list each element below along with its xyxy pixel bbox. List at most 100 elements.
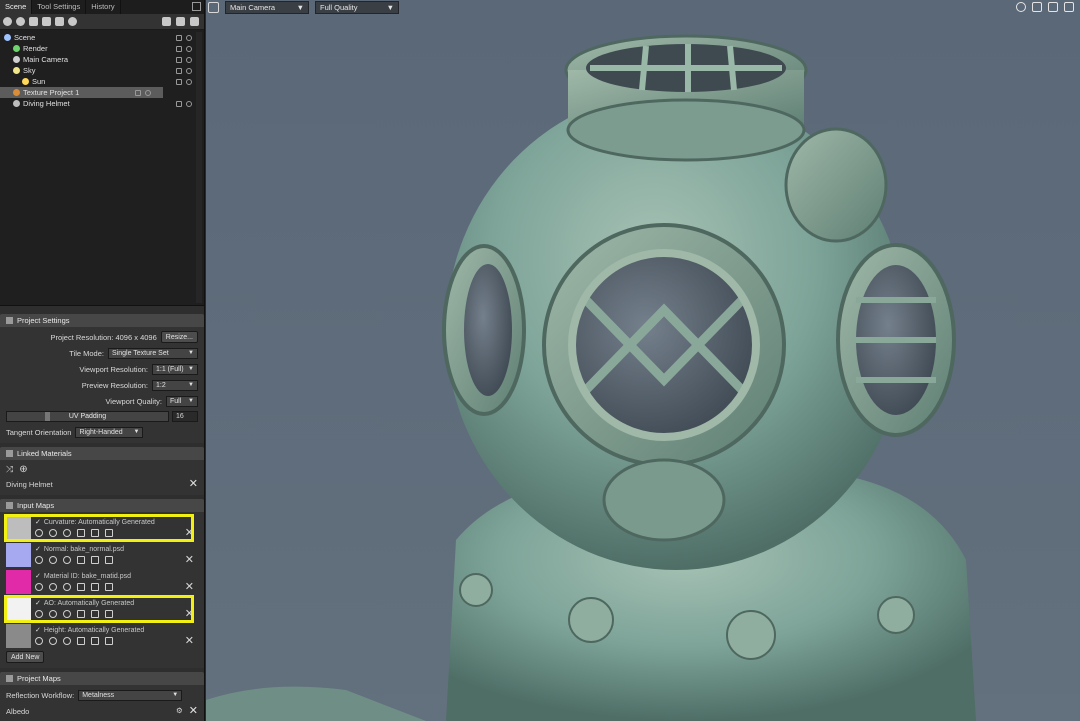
gear-icon[interactable] — [35, 583, 43, 591]
scene-tree-item[interactable]: Diving Helmet — [0, 98, 204, 109]
brush-icon[interactable] — [77, 556, 85, 564]
albedo-row[interactable]: Albedo ⚙ ✕ — [6, 703, 198, 719]
linked-materials-header[interactable]: Linked Materials — [0, 447, 204, 460]
lock-icon[interactable] — [135, 89, 141, 96]
eye-icon[interactable] — [186, 100, 192, 107]
close-icon[interactable] — [105, 637, 113, 645]
lock-icon[interactable] — [176, 67, 182, 74]
quality-dropdown[interactable]: Full Quality ▼ — [315, 1, 399, 14]
remove-icon[interactable]: ✕ — [189, 479, 198, 490]
refresh-icon[interactable] — [91, 637, 99, 645]
search-icon[interactable] — [49, 556, 57, 564]
add-texture-icon[interactable] — [55, 17, 64, 26]
scene-tree-item[interactable]: Main Camera — [0, 54, 204, 65]
bake-icon[interactable] — [63, 637, 71, 645]
lock-icon[interactable] — [176, 78, 182, 85]
check-icon[interactable]: ✓ — [35, 573, 41, 580]
scene-tree-item[interactable]: Sun — [0, 76, 204, 87]
remove-icon[interactable]: ✕ — [185, 634, 194, 647]
section-title: Input Maps — [17, 501, 55, 510]
move-icon[interactable] — [1032, 2, 1042, 12]
scene-tree-item[interactable]: Render — [0, 43, 204, 54]
bake-icon[interactable] — [63, 556, 71, 564]
dropdown-value: 1:1 (Full) — [156, 365, 184, 373]
check-icon[interactable]: ✓ — [35, 627, 41, 634]
add-material-icon[interactable] — [68, 17, 77, 26]
settings-icon[interactable] — [1016, 2, 1026, 12]
chevron-down-icon: ▼ — [386, 3, 394, 12]
duplicate-icon[interactable] — [176, 17, 185, 26]
tile-mode-label: Tile Mode: — [69, 348, 104, 358]
search-icon[interactable] — [49, 583, 57, 591]
section-title: Project Maps — [17, 674, 61, 683]
reflection-workflow-dropdown[interactable]: Metalness ▼ — [78, 689, 183, 701]
camera-icon[interactable] — [208, 2, 219, 13]
eye-icon[interactable] — [145, 89, 151, 96]
gear-icon[interactable] — [35, 637, 43, 645]
add-material-icon[interactable]: ⊕ — [19, 464, 27, 475]
viewport-resolution-dropdown[interactable]: 1:1 (Full) ▼ — [152, 363, 198, 375]
add-camera-icon[interactable] — [29, 17, 38, 26]
lock-icon[interactable] — [176, 56, 182, 63]
popout-icon[interactable] — [192, 2, 201, 11]
slider-handle[interactable] — [45, 412, 50, 421]
search-icon[interactable] — [49, 637, 57, 645]
grid-icon[interactable] — [1064, 2, 1074, 12]
gear-icon[interactable]: ⚙ — [176, 706, 183, 716]
scene-tree-item[interactable]: Texture Project 1 — [0, 87, 163, 98]
tangent-orientation-dropdown[interactable]: Right-Handed ▼ — [75, 426, 144, 438]
lock-icon[interactable] — [176, 34, 182, 41]
scene-tree-item[interactable]: Scene — [0, 32, 204, 43]
input-map-item[interactable]: ✓ Height: Automatically Generated ✕ — [6, 622, 198, 649]
add-light-icon[interactable] — [16, 17, 25, 26]
pick-material-icon[interactable]: ⤨ — [6, 464, 13, 475]
uv-padding-input[interactable]: 16 — [172, 411, 198, 422]
mesh-icon — [13, 100, 20, 107]
maximize-icon[interactable] — [1048, 2, 1058, 12]
viewport-quality-dropdown[interactable]: Full ▼ — [166, 395, 198, 407]
close-icon[interactable] — [105, 583, 113, 591]
refresh-icon[interactable] — [91, 556, 99, 564]
remove-icon[interactable]: ✕ — [189, 706, 198, 717]
input-map-item[interactable]: ✓ Normal: bake_normal.psd ✕ — [6, 541, 198, 568]
refresh-icon[interactable] — [91, 583, 99, 591]
tile-mode-dropdown[interactable]: Single Texture Set ▼ — [108, 347, 198, 359]
scene-tree-item[interactable]: Sky — [0, 65, 204, 76]
add-new-button[interactable]: Add New — [6, 651, 45, 663]
uv-padding-slider[interactable]: UV Padding — [6, 411, 169, 422]
eye-icon[interactable] — [186, 67, 192, 74]
input-map-item[interactable]: ✓ Curvature: Automatically Generated ✕ — [4, 514, 198, 542]
lock-icon[interactable] — [176, 100, 182, 107]
eye-icon[interactable] — [186, 78, 192, 85]
project-settings-header[interactable]: Project Settings — [0, 314, 204, 327]
add-mesh-icon[interactable] — [42, 17, 51, 26]
lock-icon[interactable] — [176, 45, 182, 52]
preview-resolution-dropdown[interactable]: 1:2 ▼ — [152, 379, 198, 391]
tab-history[interactable]: History — [86, 0, 121, 14]
camera-dropdown[interactable]: Main Camera ▼ — [225, 1, 309, 14]
trash-icon[interactable] — [190, 17, 199, 26]
gear-icon[interactable] — [35, 556, 43, 564]
input-maps-header[interactable]: Input Maps — [0, 499, 204, 512]
eye-icon[interactable] — [186, 56, 192, 63]
eye-icon[interactable] — [186, 34, 192, 41]
linked-material-item[interactable]: Diving Helmet ✕ — [6, 476, 198, 492]
bake-icon[interactable] — [63, 583, 71, 591]
project-maps-header[interactable]: Project Maps — [0, 672, 204, 685]
tab-scene[interactable]: Scene — [0, 0, 33, 14]
check-icon[interactable]: ✓ — [35, 546, 41, 553]
scene-scrollbar[interactable] — [196, 32, 202, 303]
brush-icon[interactable] — [77, 637, 85, 645]
eye-icon[interactable] — [186, 45, 192, 52]
close-icon[interactable] — [105, 556, 113, 564]
add-object-icon[interactable] — [3, 17, 12, 26]
resize-button[interactable]: Resize... — [160, 331, 198, 343]
folder-icon[interactable] — [162, 17, 171, 26]
brush-icon[interactable] — [77, 583, 85, 591]
input-map-item[interactable]: ✓ AO: Automatically Generated ✕ — [4, 595, 198, 623]
input-map-item[interactable]: ✓ Material ID: bake_matid.psd ✕ — [6, 568, 198, 595]
3d-viewport[interactable]: Main Camera ▼ Full Quality ▼ — [206, 0, 1080, 721]
remove-icon[interactable]: ✕ — [185, 580, 194, 593]
tab-tool-settings[interactable]: Tool Settings — [32, 0, 87, 14]
remove-icon[interactable]: ✕ — [185, 553, 194, 566]
